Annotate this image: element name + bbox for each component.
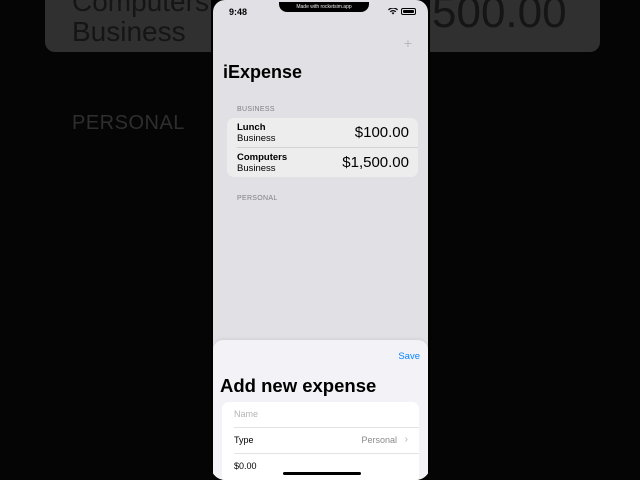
type-picker[interactable]: Type Personal › [222,428,419,453]
type-value: Personal [361,435,397,445]
screen: 9:48 Made with rocketsim.app + iExpense … [213,0,428,480]
expense-amount: $100.00 [354,124,409,141]
chevron-right-icon: › [404,434,408,445]
save-button[interactable]: Save [398,351,420,362]
expense-name: Lunch [237,122,266,133]
wifi-icon [388,8,398,15]
plus-icon: + [403,35,413,51]
battery-icon [401,8,416,15]
business-expense-list: Lunch Business $100.00 Computers Busines… [227,118,418,177]
page-title: iExpense [223,62,303,82]
backdrop-item-type: Business [72,16,186,47]
add-expense-button[interactable]: + [402,35,414,51]
backdrop-section-personal: PERSONAL [72,112,185,134]
status-time: 9:48 [229,7,248,17]
expense-name: Computers [237,152,288,163]
name-placeholder: Name [234,409,259,419]
expense-type: Business [237,163,276,174]
expense-form: Name Type Personal › $0.00 [222,402,419,480]
section-header-business: BUSINESS [237,106,275,113]
status-icons [388,8,416,15]
made-with-badge: Made with rocketsim.app [279,2,369,12]
sheet-title: Add new expense [220,375,377,396]
amount-value: $0.00 [234,461,257,471]
section-header-personal: PERSONAL [237,195,278,202]
backdrop-amount: 500.00 [432,0,567,37]
phone-frame: 9:48 Made with rocketsim.app + iExpense … [211,0,430,480]
name-field[interactable]: Name [222,402,419,427]
status-bar: 9:48 Made with rocketsim.app [213,0,428,22]
add-expense-sheet: Save Add new expense Name Type Personal … [213,340,428,480]
home-indicator [283,472,361,475]
list-item[interactable]: Lunch Business $100.00 [227,118,418,148]
expense-type: Business [237,133,276,144]
list-item[interactable]: Computers Business $1,500.00 [227,148,418,177]
type-label: Type [234,435,254,445]
expense-amount: $1,500.00 [342,154,409,171]
amount-field[interactable]: $0.00 [222,454,419,479]
